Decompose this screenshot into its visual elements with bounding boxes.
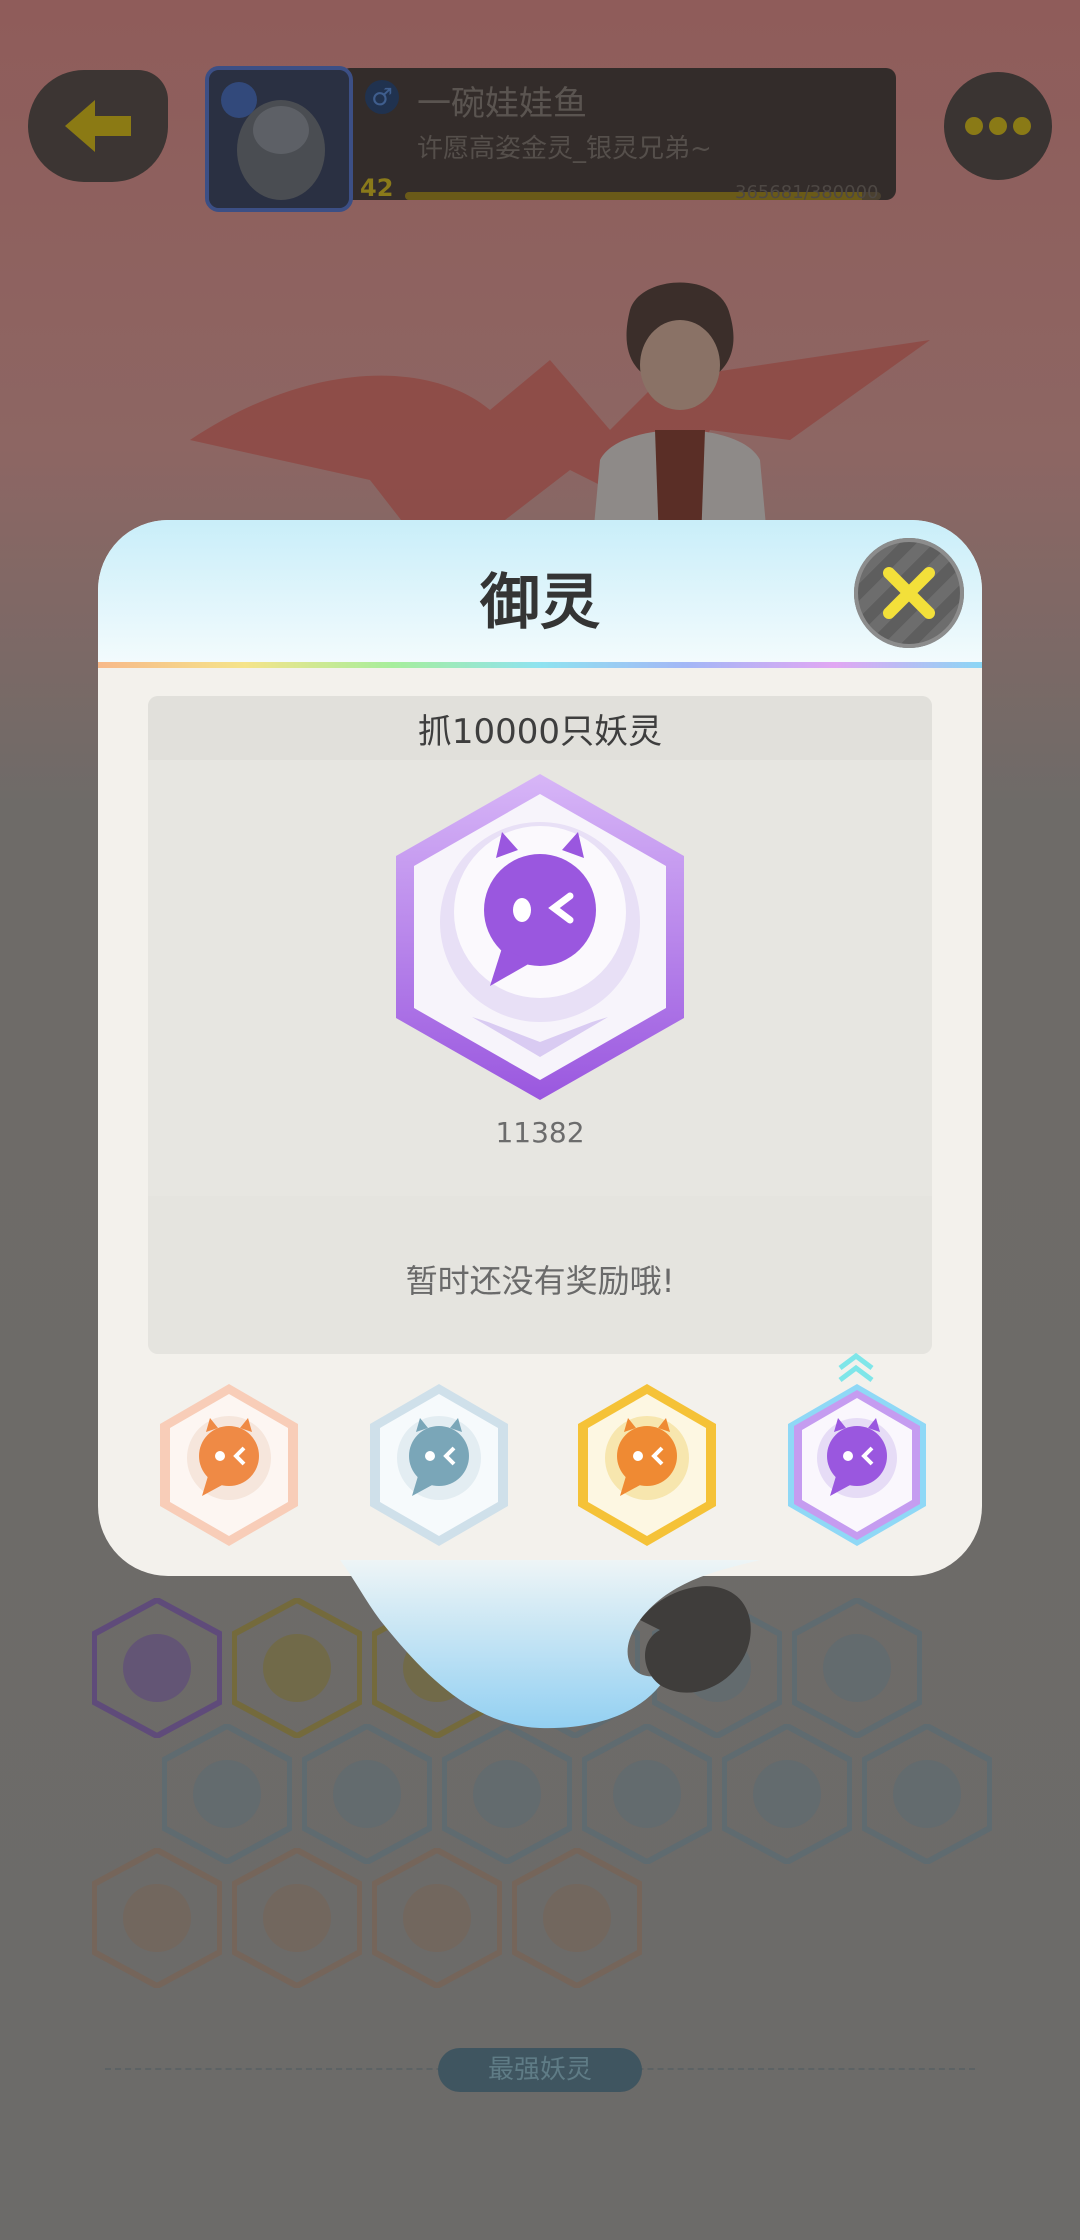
player-level: 42 [360, 174, 394, 202]
main-achievement-badge [396, 774, 684, 1100]
background-badge [92, 1598, 222, 1738]
background-badge [792, 1598, 922, 1738]
player-nickname: 一碗娃娃鱼 [417, 84, 587, 124]
more-button[interactable] [944, 72, 1052, 180]
tier-badge-bronze[interactable] [154, 1380, 304, 1550]
avatar[interactable] [205, 66, 353, 212]
strongest-label: 最强妖灵 [438, 2048, 642, 2092]
exp-text: 365681/380000 [735, 182, 879, 203]
achievement-modal: 御灵 抓10000只妖灵 11382 暂时还没有奖励哦! [98, 520, 982, 1576]
progress-count: 11382 [495, 1116, 585, 1149]
task-description: 抓10000只妖灵 [417, 712, 663, 752]
selected-tier-chevron-icon [838, 1352, 874, 1382]
back-button[interactable] [28, 70, 168, 182]
close-button[interactable] [854, 538, 964, 648]
background-badge [92, 1848, 222, 1988]
gender-male-icon: ♂ [365, 80, 399, 114]
rainbow-divider [98, 662, 982, 668]
modal-title: 御灵 [480, 568, 600, 638]
background-badge [722, 1724, 852, 1864]
close-x-icon [883, 567, 935, 619]
achievement-panel: 抓10000只妖灵 11382 暂时还没有奖励哦! [148, 696, 932, 1354]
background-badge [232, 1848, 362, 1988]
more-dots-icon [965, 117, 1031, 135]
modal-tail [340, 1560, 760, 1729]
background-badge [582, 1724, 712, 1864]
tier-badge-purple-selected[interactable] [782, 1380, 932, 1550]
background-badge [372, 1848, 502, 1988]
background-badge [162, 1724, 292, 1864]
background-badge [862, 1724, 992, 1864]
profile-header[interactable]: ♂ 一碗娃娃鱼 许愿高姿金灵_银灵兄弟~ 42 365681/380000 [205, 66, 901, 212]
tier-badge-gold[interactable] [572, 1380, 722, 1550]
background-badge [512, 1848, 642, 1988]
back-arrow-icon [65, 100, 131, 152]
background-badge [442, 1724, 572, 1864]
reward-message: 暂时还没有奖励哦! [405, 1262, 675, 1300]
background-badge [302, 1724, 432, 1864]
tier-badge-silver[interactable] [364, 1380, 514, 1550]
player-signature: 许愿高姿金灵_银灵兄弟~ [417, 134, 712, 164]
